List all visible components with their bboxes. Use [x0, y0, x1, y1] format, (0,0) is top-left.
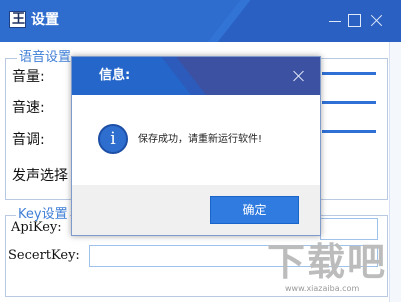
watermark-logo-text: 下载吧 — [267, 240, 388, 284]
app-icon-glyph: 王 — [12, 12, 26, 27]
secret-key-label: SecertKey: — [8, 248, 80, 263]
voice-settings-legend: 语音设置 — [17, 50, 74, 66]
minimize-button[interactable] — [327, 13, 343, 29]
speed-slider[interactable] — [322, 101, 376, 104]
app-icon: 王 — [9, 11, 26, 28]
pitch-slider[interactable] — [322, 130, 376, 133]
pitch-label: 音调: — [12, 132, 45, 148]
volume-label: 音量: — [12, 69, 45, 85]
dialog-close-icon[interactable] — [292, 69, 306, 83]
api-key-label: ApiKey: — [11, 220, 62, 235]
window-titlebar: 王 设置 — [0, 0, 401, 42]
window-title: 设置 — [31, 12, 59, 28]
info-dialog: 信息: i 保存成功，请重新运行软件! 确定 — [71, 56, 321, 236]
volume-slider[interactable] — [322, 72, 376, 75]
maximize-button[interactable] — [347, 13, 363, 29]
dialog-footer: 确定 — [72, 185, 320, 235]
dialog-titlebar: 信息: — [72, 57, 320, 95]
ok-button[interactable]: 确定 — [210, 196, 299, 224]
dialog-message: 保存成功，请重新运行软件! — [138, 134, 263, 145]
api-key-input[interactable] — [320, 218, 378, 240]
watermark: 下载吧 www.xiazaiba.com — [262, 238, 398, 298]
dialog-title: 信息: — [99, 68, 131, 83]
speed-label: 音速: — [12, 100, 45, 116]
voice-select-label: 发声选择 — [12, 168, 68, 184]
info-icon: i — [98, 124, 128, 154]
close-button[interactable] — [369, 13, 385, 29]
watermark-url: www.xiazaiba.com — [285, 284, 360, 293]
